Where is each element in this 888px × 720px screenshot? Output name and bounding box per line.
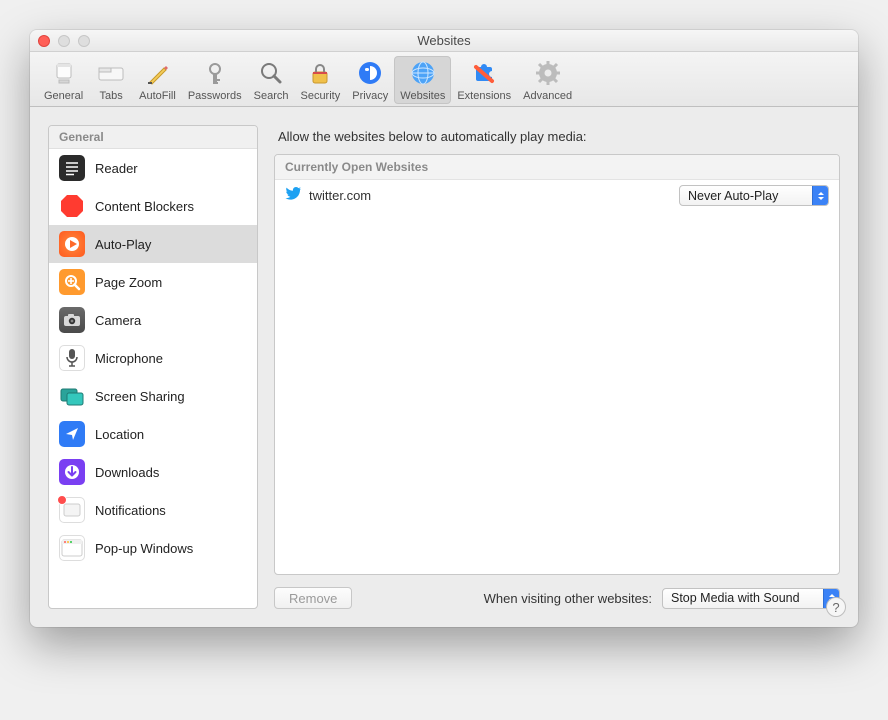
privacy-icon [355, 58, 385, 88]
sidebar-item-location[interactable]: Location [49, 415, 257, 453]
sidebar-item-content-blockers[interactable]: Content Blockers [49, 187, 257, 225]
window-controls [38, 35, 90, 47]
tab-autofill[interactable]: AutoFill [133, 56, 182, 104]
sidebar-item-downloads[interactable]: Downloads [49, 453, 257, 491]
close-button[interactable] [38, 35, 50, 47]
policy-dropdown[interactable]: Never Auto-Play [679, 185, 829, 206]
notifications-icon [59, 497, 85, 523]
zoom-button[interactable] [78, 35, 90, 47]
website-name: twitter.com [309, 188, 671, 203]
default-policy-dropdown[interactable]: Stop Media with Sound [662, 588, 840, 609]
auto-play-icon [59, 231, 85, 257]
window-title: Websites [417, 33, 470, 48]
help-icon: ? [832, 600, 839, 615]
tab-label: Privacy [352, 90, 388, 102]
sidebar-item-camera[interactable]: Camera [49, 301, 257, 339]
list-section-header: Currently Open Websites [275, 155, 839, 180]
sidebar-item-notifications[interactable]: Notifications [49, 491, 257, 529]
sidebar-section-header: General [49, 126, 257, 149]
other-websites-label: When visiting other websites: [484, 591, 652, 606]
tab-security[interactable]: Security [294, 56, 346, 104]
websites-listbox: Currently Open Websites twitter.com Neve… [274, 154, 840, 575]
advanced-icon [533, 58, 563, 88]
preferences-window: Websites General Tabs AutoFill Passwo [30, 30, 858, 627]
sidebar-item-label: Notifications [95, 503, 166, 518]
microphone-icon [59, 345, 85, 371]
sidebar-item-page-zoom[interactable]: Page Zoom [49, 263, 257, 301]
tab-search[interactable]: Search [248, 56, 295, 104]
sidebar-item-label: Reader [95, 161, 138, 176]
extensions-icon [469, 58, 499, 88]
page-zoom-icon [59, 269, 85, 295]
sidebar-item-label: Downloads [95, 465, 159, 480]
tab-label: Advanced [523, 90, 572, 102]
popup-windows-icon [59, 535, 85, 561]
main-panel: Allow the websites below to automaticall… [274, 125, 840, 609]
sidebar-item-label: Camera [95, 313, 141, 328]
tab-label: Search [254, 90, 289, 102]
tab-label: Extensions [457, 90, 511, 102]
help-button[interactable]: ? [826, 597, 846, 617]
dropdown-value: Stop Media with Sound [671, 591, 800, 605]
content-area: General Reader Content Blockers Auto-Pla… [30, 107, 858, 627]
sidebar-item-auto-play[interactable]: Auto-Play [49, 225, 257, 263]
twitter-icon [285, 187, 301, 204]
sidebar-item-label: Auto-Play [95, 237, 151, 252]
tab-label: General [44, 90, 83, 102]
downloads-icon [59, 459, 85, 485]
tab-label: Passwords [188, 90, 242, 102]
minimize-button[interactable] [58, 35, 70, 47]
sidebar-item-reader[interactable]: Reader [49, 149, 257, 187]
general-icon [49, 58, 79, 88]
sidebar-item-microphone[interactable]: Microphone [49, 339, 257, 377]
website-row[interactable]: twitter.com Never Auto-Play [275, 180, 839, 211]
tabs-icon [96, 58, 126, 88]
titlebar[interactable]: Websites [30, 30, 858, 52]
notification-badge-icon [57, 495, 67, 505]
dropdown-arrows-icon [812, 186, 828, 205]
content-blockers-icon [59, 193, 85, 219]
camera-icon [59, 307, 85, 333]
websites-icon [408, 58, 438, 88]
sidebar-item-label: Location [95, 427, 144, 442]
dropdown-value: Never Auto-Play [688, 189, 778, 203]
sidebar-item-label: Microphone [95, 351, 163, 366]
sidebar-item-popup-windows[interactable]: Pop-up Windows [49, 529, 257, 567]
security-icon [305, 58, 335, 88]
panel-footer: Remove When visiting other websites: Sto… [274, 587, 840, 609]
tab-label: Security [300, 90, 340, 102]
tab-tabs[interactable]: Tabs [89, 56, 133, 104]
location-icon [59, 421, 85, 447]
screen-sharing-icon [59, 383, 85, 409]
prefs-toolbar: General Tabs AutoFill Passwords Search [30, 52, 858, 107]
sidebar-item-label: Page Zoom [95, 275, 162, 290]
reader-icon [59, 155, 85, 181]
sidebar-item-label: Pop-up Windows [95, 541, 193, 556]
tab-privacy[interactable]: Privacy [346, 56, 394, 104]
passwords-icon [200, 58, 230, 88]
tab-label: AutoFill [139, 90, 176, 102]
tab-label: Websites [400, 90, 445, 102]
tab-general[interactable]: General [38, 56, 89, 104]
sidebar-item-label: Screen Sharing [95, 389, 185, 404]
sidebar-item-label: Content Blockers [95, 199, 194, 214]
remove-button[interactable]: Remove [274, 587, 352, 609]
settings-sidebar: General Reader Content Blockers Auto-Pla… [48, 125, 258, 609]
tab-passwords[interactable]: Passwords [182, 56, 248, 104]
tab-websites[interactable]: Websites [394, 56, 451, 104]
panel-title: Allow the websites below to automaticall… [278, 129, 840, 144]
sidebar-item-screen-sharing[interactable]: Screen Sharing [49, 377, 257, 415]
autofill-icon [142, 58, 172, 88]
tab-label: Tabs [100, 90, 123, 102]
tab-extensions[interactable]: Extensions [451, 56, 517, 104]
tab-advanced[interactable]: Advanced [517, 56, 578, 104]
search-icon [256, 58, 286, 88]
